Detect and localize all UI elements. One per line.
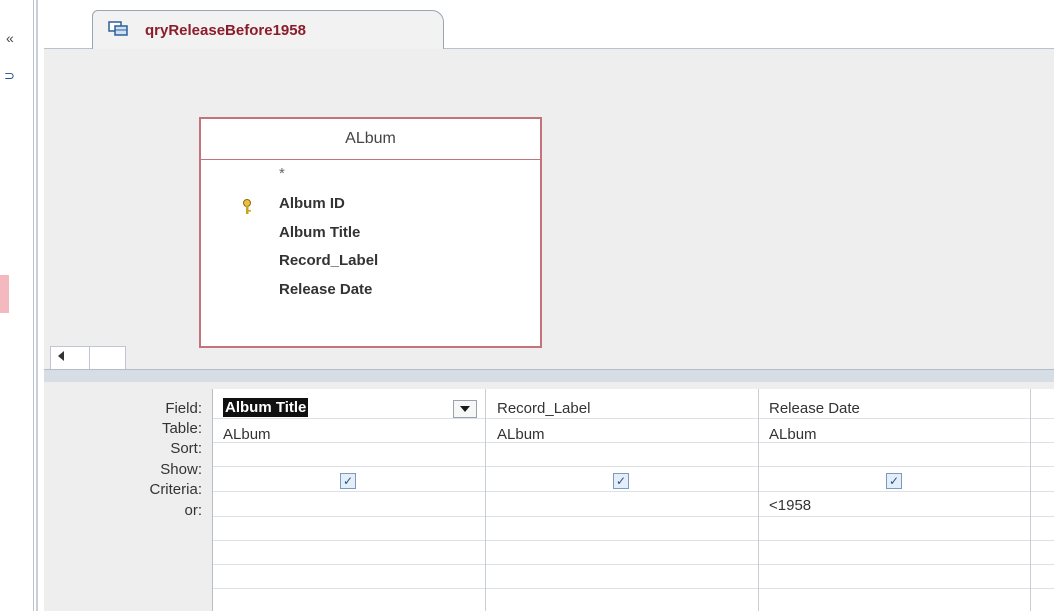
field-dropdown-button[interactable]	[453, 400, 477, 418]
scroll-left-icon[interactable]	[57, 351, 65, 361]
all-fields-item[interactable]: *	[279, 165, 285, 182]
query-tab[interactable]: qryReleaseBefore1958	[92, 10, 444, 49]
table-cell[interactable]: ALbum	[769, 426, 817, 443]
field-cell[interactable]: Release Date	[769, 400, 860, 417]
row-label-sort: Sort:	[170, 440, 202, 457]
chevron-down-icon	[460, 406, 470, 412]
nav-selected-item-marker[interactable]	[0, 275, 9, 313]
table-cell[interactable]: ALbum	[497, 426, 545, 443]
table-pane: ALbum * Album ID Album Title Record_Labe…	[44, 49, 1054, 369]
pane-splitter[interactable]	[44, 369, 1054, 383]
query-icon	[108, 21, 128, 36]
field-cell-selected[interactable]: Album Title	[223, 398, 309, 417]
document-tab-strip: qryReleaseBefore1958	[44, 0, 1054, 49]
show-checkbox[interactable]: ✓	[340, 473, 356, 489]
row-label-or: or:	[184, 502, 202, 519]
grid-column-2[interactable]: Record_Label ALbum ✓	[486, 389, 759, 611]
checkmark-icon: ✓	[342, 474, 354, 488]
field-cell[interactable]: Record_Label	[497, 400, 590, 417]
checkmark-icon: ✓	[888, 474, 900, 488]
query-tab-title: qryReleaseBefore1958	[145, 22, 306, 39]
scrollbar-thumb[interactable]	[89, 347, 90, 369]
grid-column-4[interactable]	[1031, 389, 1054, 611]
pane-divider	[36, 0, 38, 611]
nav-item-icon[interactable]: ⊃	[4, 68, 15, 84]
horizontal-scrollbar[interactable]	[50, 346, 126, 370]
grid-column-1[interactable]: Album Title ALbum ✓	[213, 389, 486, 611]
field-album-title[interactable]: Album Title	[279, 224, 360, 241]
navigation-pane: « ⊃	[0, 0, 34, 611]
grid-row-labels: Field: Table: Sort: Show: Criteria: or:	[44, 382, 212, 611]
collapse-nav-button[interactable]: «	[6, 30, 14, 46]
table-title[interactable]: ALbum	[201, 119, 540, 160]
table-cell[interactable]: ALbum	[223, 426, 271, 443]
row-label-show: Show:	[160, 461, 202, 478]
primary-key-icon	[243, 199, 251, 214]
criteria-cell[interactable]: <1958	[769, 497, 811, 514]
row-label-table: Table:	[161, 420, 202, 437]
row-label-criteria: Criteria:	[149, 481, 202, 498]
show-checkbox[interactable]: ✓	[613, 473, 629, 489]
field-album-id[interactable]: Album ID	[279, 195, 345, 212]
field-record-label[interactable]: Record_Label	[279, 252, 378, 269]
query-design-grid: Album Title ALbum ✓ Record_Label ALbum ✓…	[212, 389, 1054, 611]
field-release-date[interactable]: Release Date	[279, 281, 372, 298]
grid-column-3[interactable]: Release Date ALbum ✓ <1958	[759, 389, 1031, 611]
checkmark-icon: ✓	[615, 474, 627, 488]
show-checkbox[interactable]: ✓	[886, 473, 902, 489]
album-table-fieldlist[interactable]: ALbum * Album ID Album Title Record_Labe…	[199, 117, 542, 348]
row-label-field: Field:	[165, 400, 202, 417]
